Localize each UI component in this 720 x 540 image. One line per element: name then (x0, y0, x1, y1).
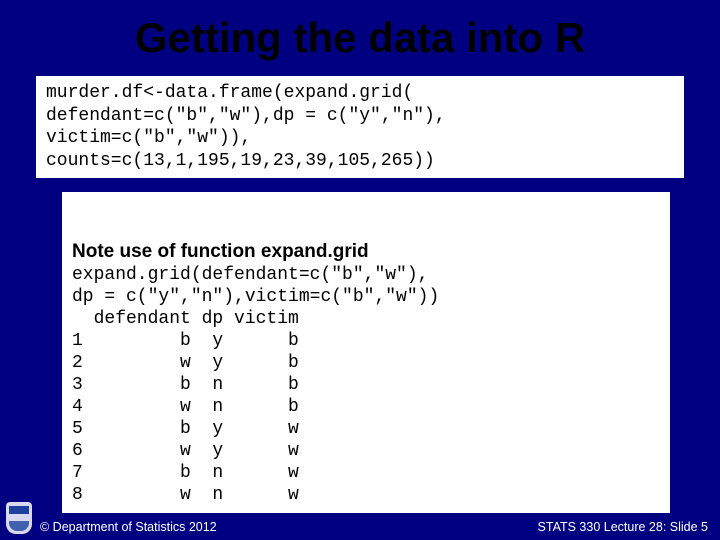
slide-footer: © Department of Statistics 2012 STATS 33… (0, 502, 720, 534)
code-output: expand.grid(defendant=c("b","w"), dp = c… (72, 265, 439, 505)
code-block-note: Note use of function expand.gridexpand.g… (62, 192, 670, 513)
code-block-main: murder.df<-data.frame(expand.grid( defen… (36, 76, 684, 178)
slide-title: Getting the data into R (0, 0, 720, 72)
copyright-text: © Department of Statistics 2012 (40, 520, 217, 534)
note-heading: Note use of function expand.grid (72, 240, 660, 263)
slide-number-text: STATS 330 Lecture 28: Slide 5 (538, 520, 708, 534)
university-crest-icon (6, 502, 32, 534)
